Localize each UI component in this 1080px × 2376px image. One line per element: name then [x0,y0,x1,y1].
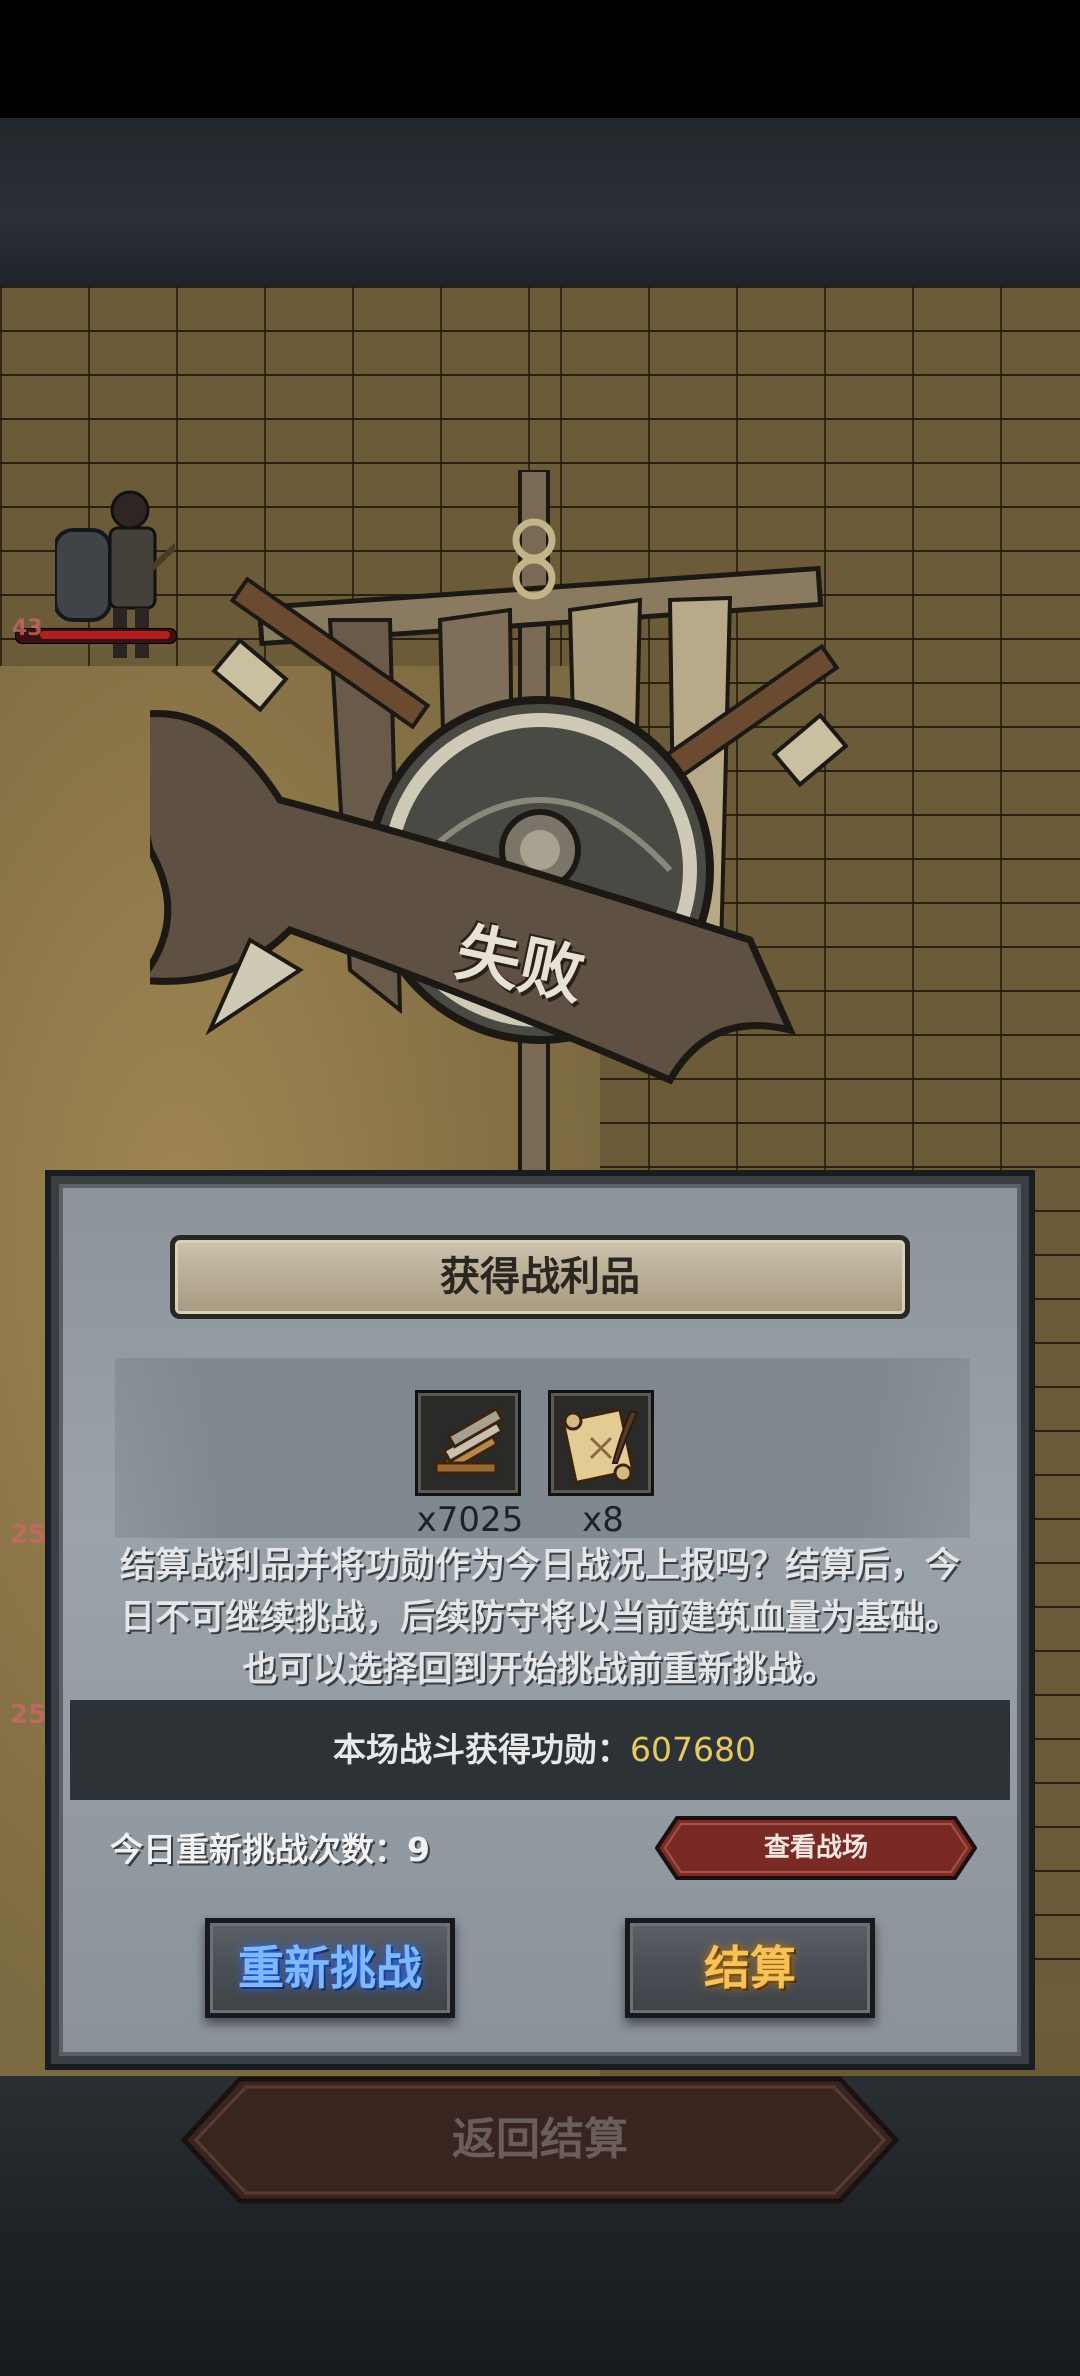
top-dark-band [0,118,1080,286]
planks-icon [434,1406,505,1477]
retry-count-label: 今日重新挑战次数： [110,1830,407,1869]
loot-item-slot[interactable] [548,1390,654,1496]
loot-item-count: x7025 [416,1500,524,1540]
panel-title: 获得战利品 [440,1254,640,1300]
settlement-description: 结算战利品并将功勋作为今日战况上报吗？结算后，今日不可继续挑战，后续防守将以当前… [119,1546,960,1690]
side-number: 25 [10,1700,47,1730]
view-battle-label[interactable]: 查看战场 [655,1816,977,1880]
defeat-emblem [150,470,849,1190]
settle-button[interactable]: 结算 [625,1918,875,2018]
loot-item-count: x8 [582,1500,624,1540]
merit-label: 本场战斗获得功勋： [333,1730,630,1769]
retry-count-value: 9 [407,1830,430,1869]
return-settlement-label[interactable]: 返回结算 [180,2075,900,2205]
retry-button[interactable]: 重新挑战 [205,1918,455,2018]
loot-item-slot[interactable] [415,1390,521,1496]
scroll-quill-icon [561,1407,639,1485]
top-status-area [0,0,1080,118]
side-number: 25 [10,1520,47,1550]
enemy-level: 43 [12,616,43,641]
merit-value: 607680 [630,1730,756,1769]
retry-count-row: 今日重新挑战次数：9 [110,1820,430,1880]
